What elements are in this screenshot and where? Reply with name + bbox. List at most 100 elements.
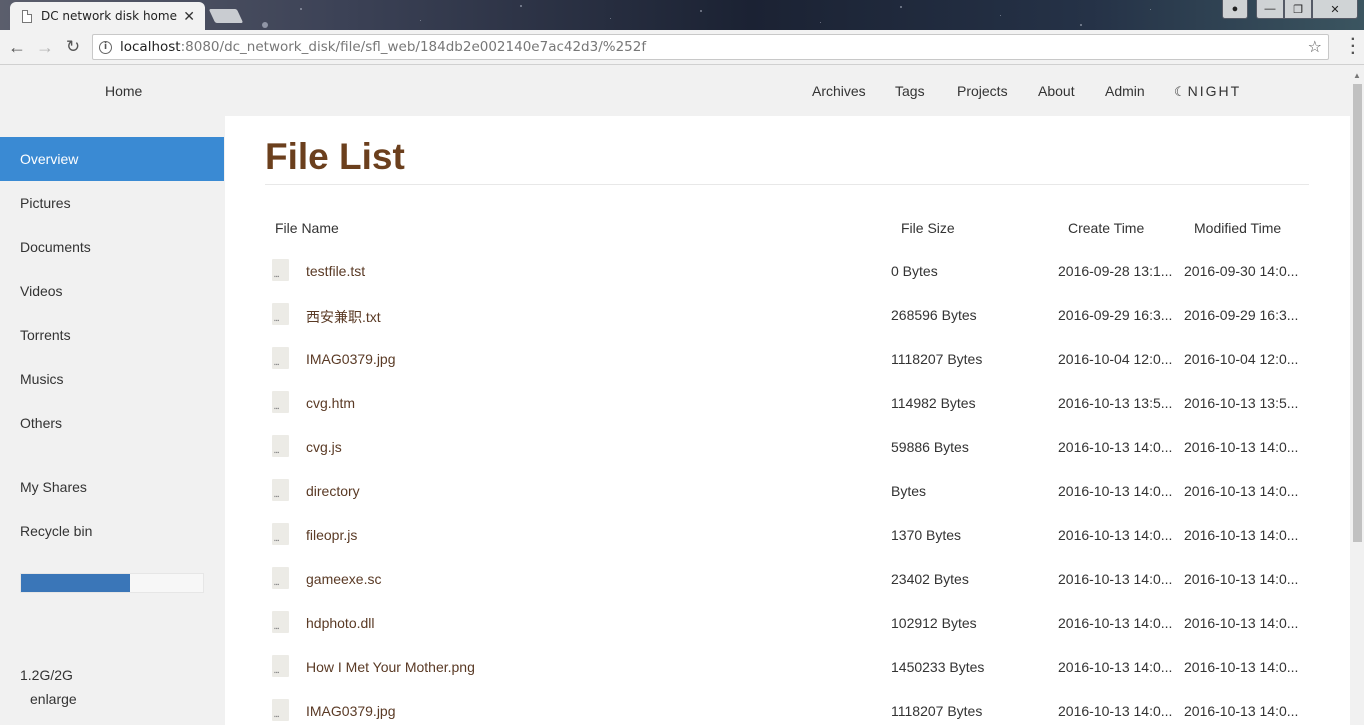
sidebar-item-recycle-bin[interactable]: Recycle bin xyxy=(0,509,224,553)
file-size: 59886 Bytes xyxy=(891,439,969,455)
title-divider xyxy=(265,184,1309,185)
sidebar-item-pictures[interactable]: Pictures xyxy=(0,181,224,225)
titlebar-decoration xyxy=(1150,9,1151,10)
file-name-link[interactable]: hdphoto.dll xyxy=(306,615,826,631)
file-icon xyxy=(272,523,289,545)
nav-archives[interactable]: Archives xyxy=(812,83,866,99)
sidebar-item-documents[interactable]: Documents xyxy=(0,225,224,269)
sidebar: Overview Pictures Documents Videos Torre… xyxy=(0,116,224,725)
file-icon xyxy=(272,303,289,325)
titlebar-decoration xyxy=(520,5,522,7)
file-name-link[interactable]: gameexe.sc xyxy=(306,571,826,587)
nav-home[interactable]: Home xyxy=(105,83,142,99)
back-arrow-icon[interactable]: ← xyxy=(6,36,28,58)
night-mode-toggle[interactable]: ☾ NIGHT xyxy=(1174,83,1241,100)
file-size: 1450233 Bytes xyxy=(891,659,985,675)
file-icon xyxy=(272,435,289,457)
storage-progress-fill xyxy=(21,574,131,592)
menu-dots-icon[interactable]: · · · xyxy=(1351,32,1356,62)
table-row[interactable]: How I Met Your Mother.png 1450233 Bytes 20… xyxy=(225,645,1350,689)
file-name-link[interactable]: directory xyxy=(306,483,826,499)
modified-time: 2016-10-13 14:0... xyxy=(1184,571,1299,587)
url-host: localhost xyxy=(120,39,181,55)
table-row[interactable]: cvg.htm 114982 Bytes 2016-10-13 13:5... 201… xyxy=(225,381,1350,425)
forward-arrow-icon[interactable]: → xyxy=(34,36,56,58)
column-header-file-size[interactable]: File Size xyxy=(901,220,955,236)
file-size: Bytes xyxy=(891,483,927,499)
main-content: File List File Name File Size Create Tim… xyxy=(225,116,1350,725)
create-time: 2016-10-13 14:0... xyxy=(1058,615,1173,631)
info-icon[interactable]: i xyxy=(99,40,112,54)
file-name-link[interactable]: IMAG0379.jpg xyxy=(306,351,826,367)
file-name-link[interactable]: IMAG0379.jpg xyxy=(306,703,826,719)
file-name-link[interactable]: How I Met Your Mother.png xyxy=(306,659,826,675)
storage-progress-bar xyxy=(20,573,204,593)
file-name-link[interactable]: 西安兼职.txt xyxy=(306,307,826,327)
user-icon[interactable]: ● xyxy=(1222,0,1248,19)
table-row[interactable]: hdphoto.dll 102912 Bytes 2016-10-13 14:0..… xyxy=(225,601,1350,645)
scroll-thumb[interactable] xyxy=(1353,84,1362,542)
modified-time: 2016-10-13 14:0... xyxy=(1184,615,1299,631)
enlarge-link[interactable]: enlarge xyxy=(30,691,77,707)
create-time: 2016-10-13 14:0... xyxy=(1058,571,1173,587)
sidebar-item-my-shares[interactable]: My Shares xyxy=(0,465,224,509)
file-size: 0 Bytes xyxy=(891,263,938,279)
sidebar-item-overview[interactable]: Overview xyxy=(0,137,224,181)
minimize-button[interactable]: — xyxy=(1256,0,1284,19)
modified-time: 2016-10-13 14:0... xyxy=(1184,439,1299,455)
file-name-link[interactable]: fileopr.js xyxy=(306,527,826,543)
create-time: 2016-10-13 14:0... xyxy=(1058,483,1173,499)
titlebar-decoration xyxy=(262,22,268,28)
modified-time: 2016-10-13 14:0... xyxy=(1184,483,1299,499)
close-tab-icon[interactable]: ✕ xyxy=(183,8,195,25)
window-close-button[interactable]: ✕ xyxy=(1312,0,1358,19)
table-row[interactable]: testfile.tst 0 Bytes 2016-09-28 13:1... 201… xyxy=(225,249,1350,293)
bookmark-star-icon[interactable]: ☆ xyxy=(1308,37,1322,56)
file-size: 1370 Bytes xyxy=(891,527,962,543)
scroll-up-arrow-icon[interactable]: ▲ xyxy=(1353,71,1361,80)
address-bar[interactable]: i localhost:8080/dc_network_disk/file/sf… xyxy=(92,34,1329,60)
browser-toolbar: ← → ↻ i localhost:8080/dc_network_disk/f… xyxy=(0,30,1364,65)
browser-tab[interactable]: DC network disk home ✕ xyxy=(10,2,205,30)
sidebar-item-musics[interactable]: Musics xyxy=(0,357,224,401)
restore-button[interactable]: ❐ xyxy=(1284,0,1312,19)
nav-tags[interactable]: Tags xyxy=(895,83,925,99)
nav-projects[interactable]: Projects xyxy=(957,83,1008,99)
file-size: 23402 Bytes xyxy=(891,571,969,587)
nav-about[interactable]: About xyxy=(1038,83,1075,99)
table-row[interactable]: IMAG0379.jpg 1118207 Bytes 2016-10-04 12:0… xyxy=(225,337,1350,381)
window-controls: ● — ❐ ✕ xyxy=(1222,0,1358,19)
modified-time: 2016-10-04 12:0... xyxy=(1184,351,1299,367)
table-row[interactable]: 西安兼职.txt 268596 Bytes 2016-09-29 16:3... 20… xyxy=(225,293,1350,337)
modified-time: 2016-10-13 13:5... xyxy=(1184,395,1299,411)
nav-admin[interactable]: Admin xyxy=(1105,83,1145,99)
file-name-link[interactable]: cvg.js xyxy=(306,439,826,455)
sidebar-item-others[interactable]: Others xyxy=(0,401,224,445)
create-time: 2016-09-29 16:3... xyxy=(1058,307,1173,323)
table-row[interactable]: cvg.js 59886 Bytes 2016-10-13 14:0... 2016-… xyxy=(225,425,1350,469)
column-header-file-name[interactable]: File Name xyxy=(275,220,339,236)
table-row[interactable]: gameexe.sc 23402 Bytes 2016-10-13 14:0... 2… xyxy=(225,557,1350,601)
file-icon xyxy=(272,479,289,501)
sidebar-item-videos[interactable]: Videos xyxy=(0,269,224,313)
moon-icon: ☾ xyxy=(1174,84,1186,99)
table-row[interactable]: directory Bytes 2016-10-13 14:0... 2016-10-… xyxy=(225,469,1350,513)
file-size: 1118207 Bytes xyxy=(891,351,983,367)
page-scrollbar[interactable]: ▲ xyxy=(1350,66,1364,725)
file-name-link[interactable]: testfile.tst xyxy=(306,263,826,279)
titlebar-decoration xyxy=(900,6,902,8)
column-header-modified-time[interactable]: Modified Time xyxy=(1194,220,1281,236)
column-header-create-time[interactable]: Create Time xyxy=(1068,220,1144,236)
sidebar-item-torrents[interactable]: Torrents xyxy=(0,313,224,357)
create-time: 2016-10-04 12:0... xyxy=(1058,351,1173,367)
new-tab-button[interactable] xyxy=(208,9,244,23)
file-name-link[interactable]: cvg.htm xyxy=(306,395,826,411)
reload-icon[interactable]: ↻ xyxy=(62,36,84,58)
table-row[interactable]: fileopr.js 1370 Bytes 2016-10-13 14:0... 20… xyxy=(225,513,1350,557)
titlebar-decoration xyxy=(610,18,611,19)
table-row[interactable]: IMAG0379.jpg 1118207 Bytes 2016-10-13 14:0… xyxy=(225,689,1350,725)
modified-time: 2016-10-13 14:0... xyxy=(1184,659,1299,675)
page-icon xyxy=(22,9,32,23)
titlebar-decoration xyxy=(820,22,821,23)
file-icon xyxy=(272,259,289,281)
